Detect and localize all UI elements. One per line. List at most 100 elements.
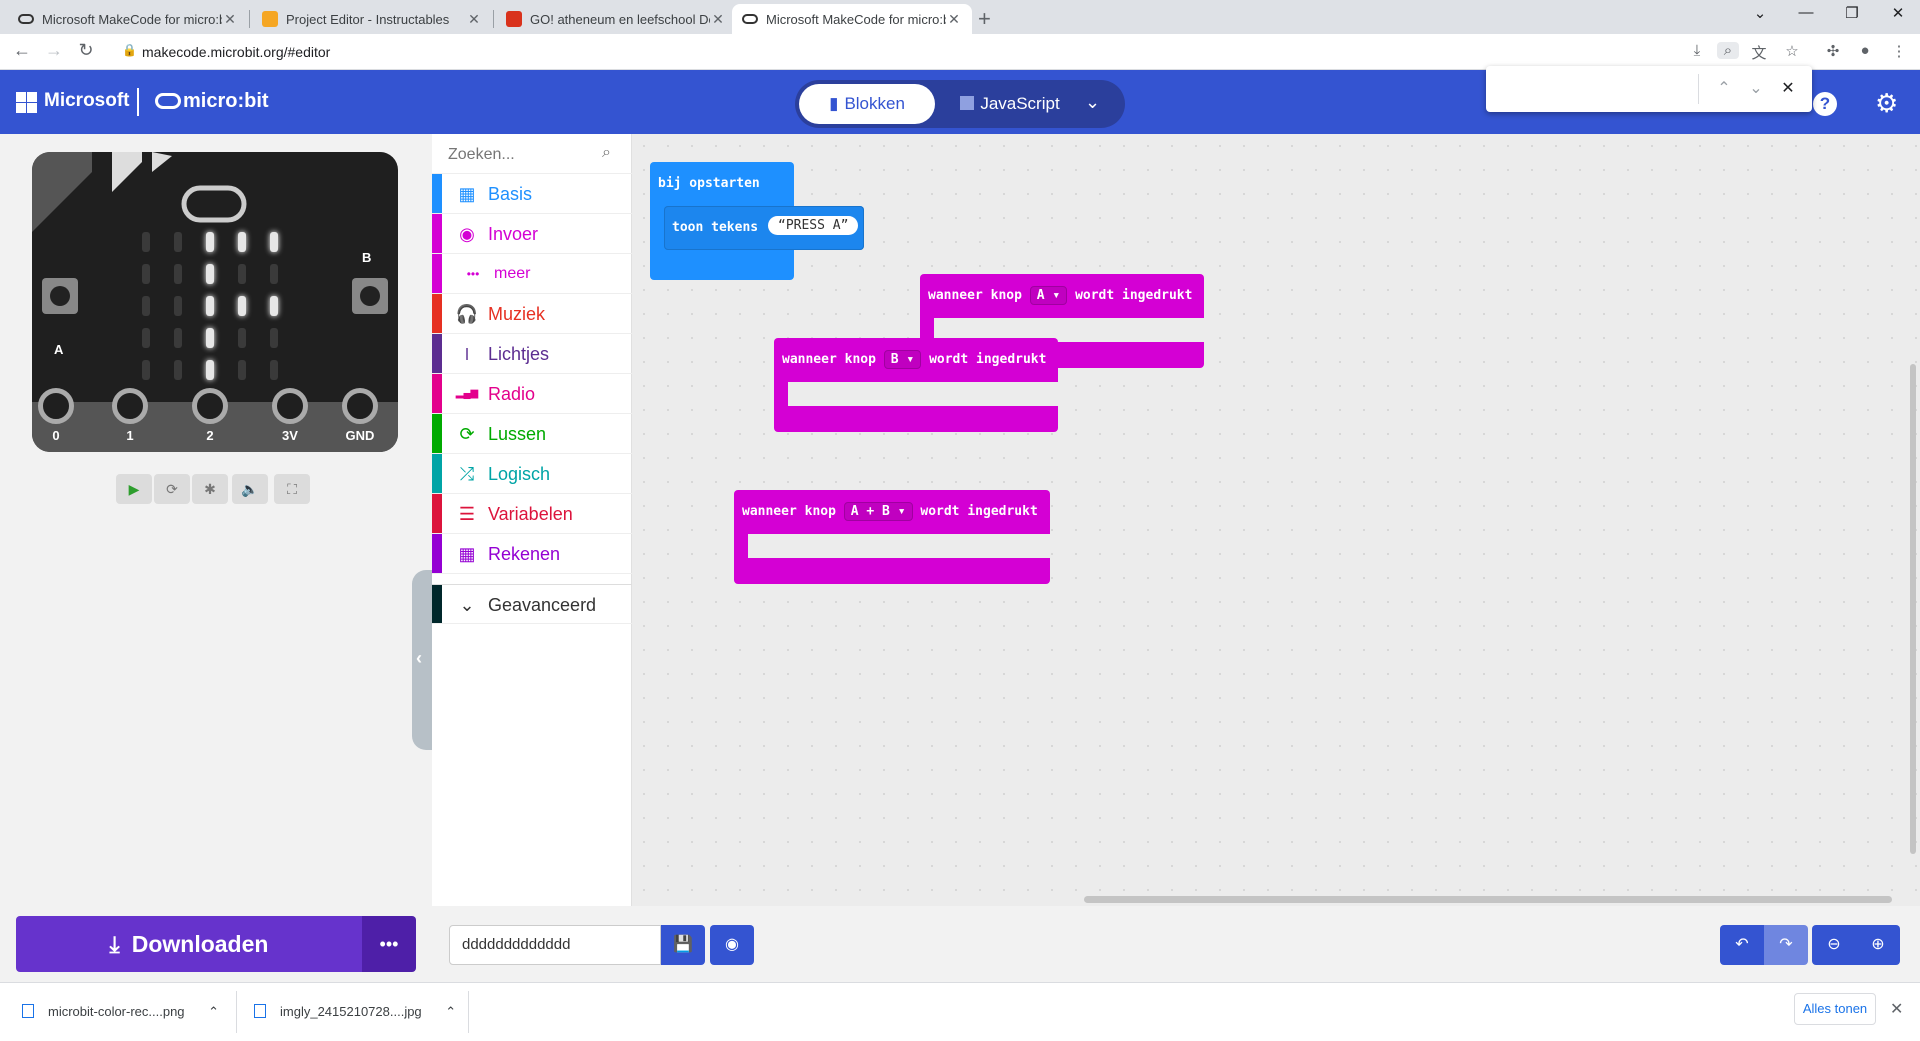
download-button[interactable]: ⤓ Downloaden (16, 916, 362, 972)
on-button-b-block[interactable]: wanneer knop B ▾ wordt ingedrukt (774, 338, 1058, 432)
project-name-input[interactable]: ddddddddddddd (449, 925, 661, 965)
restart-icon[interactable]: ⟳ (154, 474, 190, 504)
blocks-workspace[interactable]: bij opstarten toon tekens “PRESS A” wann… (632, 134, 1920, 906)
undo-icon[interactable]: ↶ (1720, 925, 1764, 965)
install-icon[interactable]: ⤓ (1686, 42, 1708, 59)
led (238, 264, 246, 284)
microsoft-label[interactable]: Microsoft (44, 90, 130, 112)
chevron-up-icon[interactable]: ⌃ (445, 1004, 456, 1019)
profile-icon[interactable]: ● (1854, 42, 1876, 59)
button-dropdown[interactable]: B ▾ (883, 350, 922, 369)
category-label: Lichtjes (488, 344, 550, 364)
horizontal-scrollbar[interactable] (1084, 896, 1892, 903)
maximize-icon[interactable]: ❐ (1832, 4, 1872, 22)
browser-tab-active[interactable]: Microsoft MakeCode for micro:bi ✕ (732, 4, 972, 34)
led (142, 232, 150, 252)
back-icon[interactable]: ← (10, 40, 34, 61)
javascript-mode-button[interactable]: JavaScript (945, 84, 1075, 124)
browser-menu-icon[interactable]: ⋮ (1888, 42, 1910, 60)
led-matrix[interactable] (136, 230, 278, 380)
on-start-block[interactable]: bij opstarten toon tekens “PRESS A” (650, 162, 864, 280)
reload-icon[interactable]: ↻ (74, 40, 98, 61)
toolbox-category-meer[interactable]: ••• meer (432, 254, 632, 294)
category-color-bar (432, 494, 442, 533)
toolbox-category-logisch[interactable]: ⤮ Logisch (432, 454, 632, 494)
url-field[interactable]: 🔒 makecode.microbit.org/#editor (110, 39, 1740, 65)
downloads-bar: microbit-color-rec....png ⌃ imgly_241521… (0, 982, 1920, 1040)
browser-tab[interactable]: Project Editor - Instructables ✕ (252, 4, 492, 34)
toolbox-category-basis[interactable]: ▦ Basis (432, 174, 632, 214)
vertical-scrollbar[interactable] (1910, 364, 1916, 854)
mute-icon[interactable]: 🔈 (232, 474, 268, 504)
browser-tab[interactable]: Microsoft MakeCode for micro:bi ✕ (8, 4, 248, 34)
github-icon[interactable]: ◉ (710, 925, 754, 965)
toolbox-category-lichtjes[interactable]: ⏽ Lichtjes (432, 334, 632, 374)
new-tab-icon[interactable]: + (978, 6, 991, 32)
help-icon[interactable]: ? (1813, 92, 1837, 116)
toolbox-category-radio[interactable]: ▂▄▆ Radio (432, 374, 632, 414)
toolbox-category-muziek[interactable]: 🎧 Muziek (432, 294, 632, 334)
school-favicon-icon (506, 11, 522, 27)
extensions-icon[interactable]: ✣ (1822, 42, 1844, 60)
toolbox-category-rekenen[interactable]: ▦ Rekenen (432, 534, 632, 574)
pin-0[interactable] (38, 388, 74, 424)
page-search-icon[interactable]: ⌕ (1717, 42, 1739, 59)
zoom-out-icon[interactable]: ⊖ (1812, 925, 1856, 965)
pin-1[interactable] (112, 388, 148, 424)
show-string-block[interactable]: toon tekens “PRESS A” (664, 206, 864, 250)
download-more-icon[interactable]: ••• (362, 916, 416, 972)
tab-search-icon[interactable]: ⌄ (1740, 4, 1780, 22)
collapse-simulator-handle[interactable]: ‹ (412, 570, 432, 750)
project-name-value: ddddddddddddd (462, 936, 571, 953)
toolbox-category-invoer[interactable]: ◉ Invoer (432, 214, 632, 254)
browser-tab[interactable]: GO! atheneum en leefschool De ✕ (496, 4, 736, 34)
led (142, 328, 150, 348)
pin-3v[interactable] (272, 388, 308, 424)
pin-label: 2 (206, 428, 214, 443)
download-item[interactable]: microbit-color-rec....png ⌃ (22, 983, 219, 1041)
forward-icon[interactable]: → (42, 40, 66, 61)
blocks-mode-button[interactable]: ▮ Blokken (799, 84, 935, 124)
tab-close-icon[interactable]: ✕ (466, 11, 482, 28)
find-close-icon[interactable]: ✕ (1776, 78, 1800, 98)
close-downloads-icon[interactable]: ✕ (1890, 999, 1903, 1019)
button-dropdown[interactable]: A + B ▾ (843, 502, 913, 521)
microbit-logo[interactable]: micro:bit (155, 90, 269, 113)
redo-icon[interactable]: ↷ (1764, 925, 1808, 965)
button-dropdown[interactable]: A ▾ (1029, 286, 1068, 305)
show-all-downloads-button[interactable]: Alles tonen (1794, 993, 1876, 1025)
translate-icon[interactable]: 文 (1748, 42, 1770, 63)
download-item[interactable]: imgly_2415210728....jpg ⌃ (254, 983, 456, 1041)
pin-gnd[interactable] (342, 388, 378, 424)
mode-dropdown-chevron-icon[interactable]: ⌄ (1085, 92, 1100, 113)
tab-close-icon[interactable]: ✕ (710, 11, 726, 28)
find-next-icon[interactable]: ⌄ (1744, 78, 1768, 98)
find-input[interactable] (1496, 74, 1692, 104)
search-icon[interactable]: ⌕ (602, 144, 611, 162)
toolbox-category-variabelen[interactable]: ☰ Variabelen (432, 494, 632, 534)
brand-label: micro:bit (183, 90, 269, 112)
tab-close-icon[interactable]: ✕ (222, 11, 238, 28)
minimize-icon[interactable]: — (1786, 4, 1826, 21)
chevron-up-icon[interactable]: ⌃ (208, 1004, 219, 1019)
bookmark-star-icon[interactable]: ☆ (1781, 42, 1803, 60)
tab-close-icon[interactable]: ✕ (946, 11, 962, 28)
play-icon[interactable]: ▶ (116, 474, 152, 504)
debug-icon[interactable]: ✱ (192, 474, 228, 504)
category-label: Logisch (488, 464, 551, 484)
fullscreen-icon[interactable]: ⛶ (274, 474, 310, 504)
on-button-ab-block[interactable]: wanneer knop A + B ▾ wordt ingedrukt (734, 490, 1050, 584)
toolbox-category-geavanceerd[interactable]: ⌄ Geavanceerd (432, 584, 632, 624)
string-value-field[interactable]: “PRESS A” (768, 216, 859, 235)
pin-2[interactable] (192, 388, 228, 424)
close-window-icon[interactable]: ✕ (1878, 4, 1918, 22)
gear-icon[interactable]: ⚙ (1875, 88, 1898, 119)
microbit-favicon-icon (18, 14, 34, 24)
category-label: Lussen (488, 424, 547, 444)
find-previous-icon[interactable]: ⌃ (1712, 78, 1736, 98)
button-a[interactable] (42, 278, 78, 314)
button-b[interactable] (352, 278, 388, 314)
toolbox-category-lussen[interactable]: ⟳ Lussen (432, 414, 632, 454)
save-icon[interactable]: 💾 (661, 925, 705, 965)
zoom-in-icon[interactable]: ⊕ (1856, 925, 1900, 965)
